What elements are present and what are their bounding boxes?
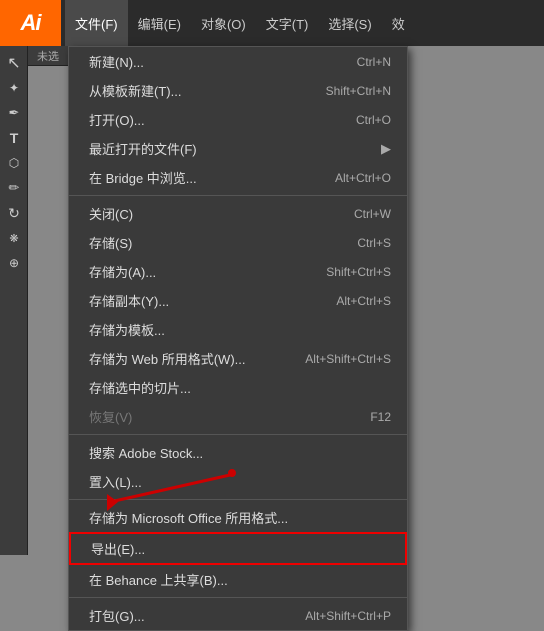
app-logo: Ai bbox=[0, 0, 61, 46]
pen-tool[interactable]: ✒ bbox=[2, 101, 26, 125]
submenu-arrow: ▶ bbox=[381, 141, 391, 157]
menu-item-package[interactable]: 打包(G)... Alt+Shift+Ctrl+P bbox=[69, 601, 407, 630]
menu-item-open[interactable]: 打开(O)... Ctrl+O bbox=[69, 105, 407, 134]
rotate-tool[interactable]: ↻ bbox=[2, 201, 26, 225]
menu-item-save-template[interactable]: 存储为模板... bbox=[69, 315, 407, 344]
menu-item-export[interactable]: 导出(E)... bbox=[69, 532, 407, 565]
menu-item-revert[interactable]: 恢复(V) F12 bbox=[69, 402, 407, 431]
menu-item-place[interactable]: 置入(L)... bbox=[69, 467, 407, 496]
menu-text[interactable]: 文字(T) bbox=[256, 0, 319, 46]
top-bar: Ai 文件(F) 编辑(E) 对象(O) 文字(T) 选择(S) 效 bbox=[0, 0, 544, 46]
menu-item-close[interactable]: 关闭(C) Ctrl+W bbox=[69, 199, 407, 228]
shape-tool[interactable]: ⬡ bbox=[2, 151, 26, 175]
selection-tool[interactable]: ↖ bbox=[2, 51, 26, 75]
menu-item-save-as[interactable]: 存储为(A)... Shift+Ctrl+S bbox=[69, 257, 407, 286]
eyedropper-tool[interactable]: ⊕ bbox=[2, 251, 26, 275]
unselected-label: 未选 bbox=[28, 46, 68, 66]
menu-item-search-stock[interactable]: 搜索 Adobe Stock... bbox=[69, 438, 407, 467]
menu-select[interactable]: 选择(S) bbox=[318, 0, 381, 46]
menu-item-behance[interactable]: 在 Behance 上共享(B)... bbox=[69, 565, 407, 594]
separator-2 bbox=[69, 434, 407, 435]
left-toolbar: ↖ ✦ ✒ T ⬡ ✏ ↻ ❋ ⊕ bbox=[0, 46, 28, 555]
menu-item-save-selection[interactable]: 存储选中的切片... bbox=[69, 373, 407, 402]
separator-3 bbox=[69, 499, 407, 500]
menu-item-save[interactable]: 存储(S) Ctrl+S bbox=[69, 228, 407, 257]
menu-file[interactable]: 文件(F) bbox=[65, 0, 128, 46]
menu-object[interactable]: 对象(O) bbox=[191, 0, 256, 46]
menu-bar: 文件(F) 编辑(E) 对象(O) 文字(T) 选择(S) 效 bbox=[61, 0, 415, 46]
transform-tool[interactable]: ❋ bbox=[2, 226, 26, 250]
separator-1 bbox=[69, 195, 407, 196]
menu-item-save-ms-office[interactable]: 存储为 Microsoft Office 所用格式... bbox=[69, 503, 407, 532]
pencil-tool[interactable]: ✏ bbox=[2, 176, 26, 200]
menu-item-save-web[interactable]: 存储为 Web 所用格式(W)... Alt+Shift+Ctrl+S bbox=[69, 344, 407, 373]
menu-edit[interactable]: 编辑(E) bbox=[128, 0, 191, 46]
file-dropdown-menu: 新建(N)... Ctrl+N 从模板新建(T)... Shift+Ctrl+N… bbox=[68, 46, 408, 631]
menu-item-new[interactable]: 新建(N)... Ctrl+N bbox=[69, 47, 407, 76]
menu-effect[interactable]: 效 bbox=[382, 0, 415, 46]
menu-item-recent[interactable]: 最近打开的文件(F) ▶ bbox=[69, 134, 407, 163]
separator-4 bbox=[69, 597, 407, 598]
type-tool[interactable]: T bbox=[2, 126, 26, 150]
direct-selection-tool[interactable]: ✦ bbox=[2, 76, 26, 100]
menu-item-save-copy[interactable]: 存储副本(Y)... Alt+Ctrl+S bbox=[69, 286, 407, 315]
menu-item-bridge[interactable]: 在 Bridge 中浏览... Alt+Ctrl+O bbox=[69, 163, 407, 192]
menu-item-new-from-template[interactable]: 从模板新建(T)... Shift+Ctrl+N bbox=[69, 76, 407, 105]
